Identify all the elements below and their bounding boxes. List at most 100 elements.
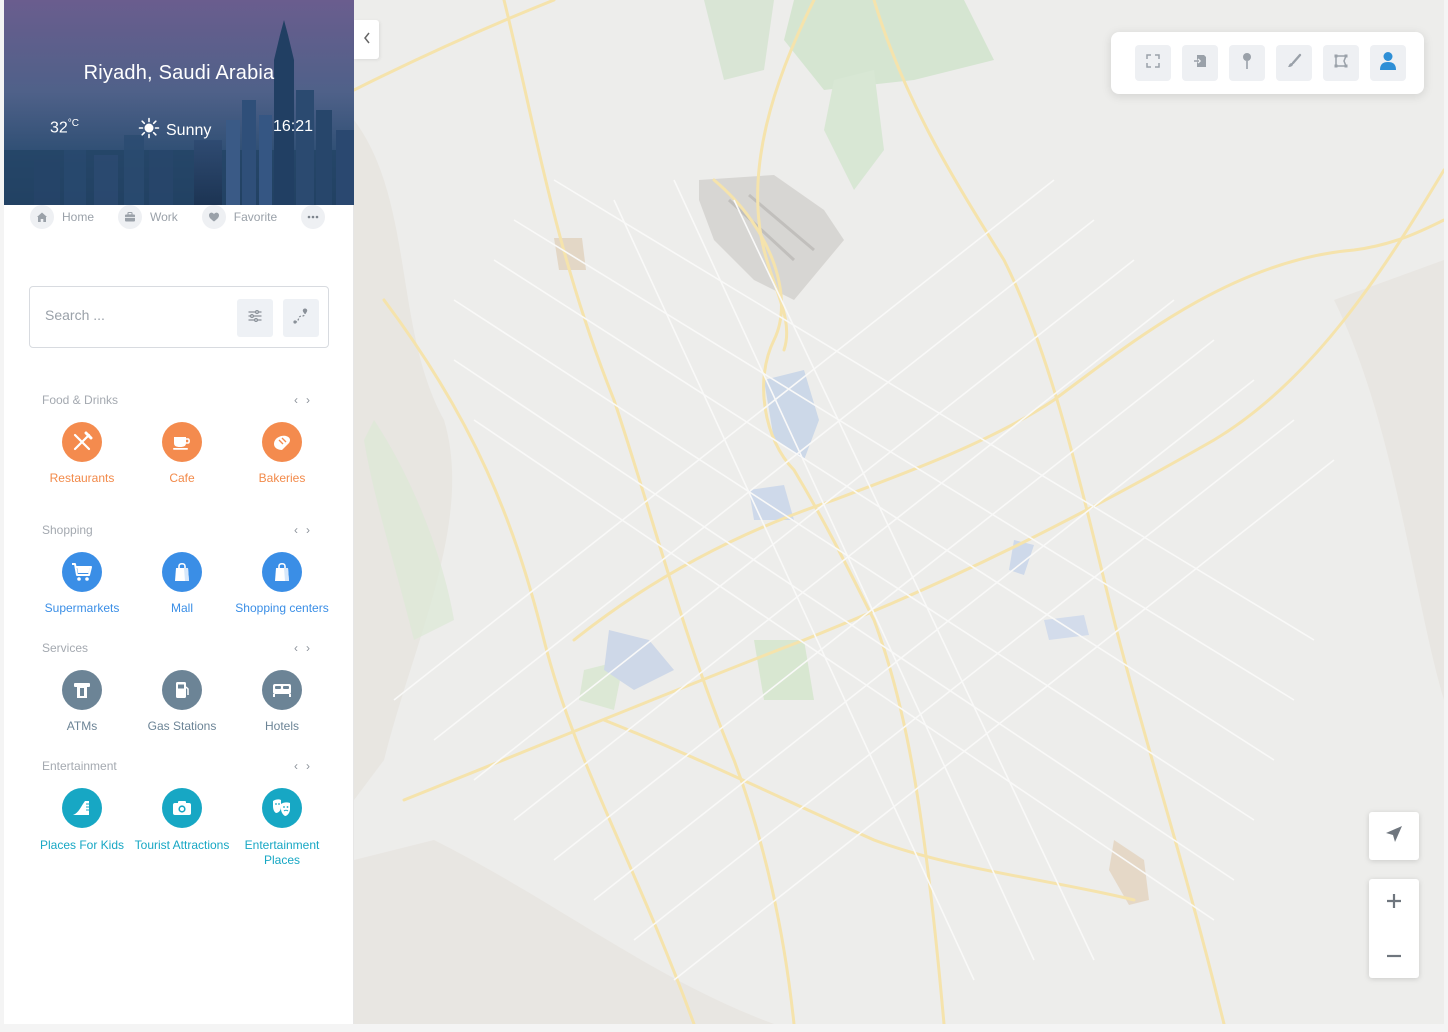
bed-icon <box>262 670 302 710</box>
category-nav: ‹ › <box>294 759 310 773</box>
brush-button[interactable] <box>1276 45 1312 81</box>
sun-icon <box>138 117 160 144</box>
local-time: 16:21 <box>273 118 314 135</box>
category-item-shopping-centers[interactable]: Shopping centers <box>232 552 332 615</box>
category-item-label: Bakeries <box>258 471 306 485</box>
directions-button[interactable] <box>283 299 319 337</box>
category-item-hotels[interactable]: Hotels <box>232 670 332 733</box>
polygon-icon <box>1333 53 1349 74</box>
zoom-out-button[interactable] <box>1369 929 1419 978</box>
temperature-unit: °C <box>67 118 80 129</box>
user-icon <box>1379 51 1397 76</box>
cart-icon <box>62 552 102 592</box>
map-canvas[interactable] <box>354 0 1444 1024</box>
pin-icon <box>1241 52 1253 75</box>
quick-link-label: Favorite <box>233 210 278 224</box>
chevron-right-icon[interactable]: › <box>306 523 310 537</box>
category-item-gas-stations[interactable]: Gas Stations <box>132 670 232 733</box>
search-box <box>29 286 329 348</box>
navigation-arrow-icon <box>1385 825 1403 848</box>
location-title: Riyadh, Saudi Arabia <box>83 62 275 84</box>
category-item-label: Tourist Attractions <box>134 838 230 852</box>
polygon-button[interactable] <box>1323 45 1359 81</box>
slide-icon <box>62 788 102 828</box>
search-input[interactable] <box>45 307 225 323</box>
route-icon <box>292 307 310 330</box>
fullscreen-button[interactable] <box>1135 45 1171 81</box>
weather-condition: Sunny <box>138 117 211 144</box>
category-item-label: Cafe <box>169 471 195 485</box>
category-item-cafe[interactable]: Cafe <box>132 422 232 485</box>
export-button[interactable] <box>1182 45 1218 81</box>
category-nav: ‹ › <box>294 641 310 655</box>
fuel-icon <box>162 670 202 710</box>
chevron-left-icon[interactable]: ‹ <box>294 641 298 655</box>
filter-button[interactable] <box>237 299 273 337</box>
collapse-sidebar-button[interactable] <box>354 20 379 59</box>
zoom-controls <box>1369 879 1419 978</box>
category-item-label: Shopping centers <box>235 601 329 615</box>
category-item-tourist-attractions[interactable]: Tourist Attractions <box>132 788 232 853</box>
chevron-left-icon[interactable]: ‹ <box>294 393 298 407</box>
plus-icon <box>1385 892 1403 915</box>
ellipsis-icon <box>301 205 326 229</box>
brush-icon <box>1286 53 1302 74</box>
category-title: Shopping <box>42 523 93 537</box>
chevron-left-icon[interactable]: ‹ <box>294 523 298 537</box>
weather-condition-label: Sunny <box>166 121 212 139</box>
category-item-entertainment-places[interactable]: Entertainment Places <box>232 788 332 868</box>
quick-link-label: Home <box>62 210 95 224</box>
category-item-restaurants[interactable]: Restaurants <box>32 422 132 485</box>
pin-button[interactable] <box>1229 45 1265 81</box>
sidebar: Riyadh, Saudi Arabia 32°C Sunny 16:21 Ho… <box>4 0 354 1024</box>
category-item-atms[interactable]: ATMs <box>32 670 132 733</box>
category-item-label: Restaurants <box>49 471 115 485</box>
category-title: Services <box>42 641 89 655</box>
more-button[interactable] <box>301 205 326 229</box>
profile-button[interactable] <box>1370 45 1406 81</box>
coffee-cup-icon <box>162 422 202 462</box>
category-item-bakeries[interactable]: Bakeries <box>232 422 332 485</box>
fork-knife-icon <box>62 422 102 462</box>
map-graphic <box>354 0 1444 1024</box>
shopping-bag-icon <box>262 552 302 592</box>
quick-link-work[interactable]: Work <box>118 205 178 229</box>
category-nav: ‹ › <box>294 523 310 537</box>
category-item-label: Hotels <box>264 719 299 733</box>
category-item-places-for-kids[interactable]: Places For Kids <box>32 788 132 853</box>
chevron-right-icon[interactable]: › <box>306 759 310 773</box>
category-item-label: Mall <box>170 601 193 615</box>
category-item-label: Places For Kids <box>39 838 125 852</box>
chevron-right-icon[interactable]: › <box>306 641 310 655</box>
category-title: Entertainment <box>42 759 117 773</box>
theater-masks-icon <box>262 788 302 828</box>
temperature-value: 32 <box>50 119 68 137</box>
sliders-icon <box>247 308 263 329</box>
home-icon <box>30 205 54 229</box>
quick-link-favorite[interactable]: Favorite <box>201 205 278 229</box>
category-item-label: ATMs <box>66 719 98 733</box>
city-skyline-image <box>4 20 354 205</box>
category-nav: ‹ › <box>294 393 310 407</box>
atm-icon <box>62 670 102 710</box>
quick-link-label: Work <box>150 210 178 224</box>
chevron-right-icon[interactable]: › <box>306 393 310 407</box>
chevron-left-icon[interactable]: ‹ <box>294 759 298 773</box>
map-toolbar <box>1111 32 1424 94</box>
chevron-left-icon <box>363 31 371 49</box>
category-item-supermarkets[interactable]: Supermarkets <box>32 552 132 615</box>
locate-me-button[interactable] <box>1369 812 1419 860</box>
category-item-label: Entertainment Places <box>244 838 320 867</box>
temperature: 32°C <box>50 118 79 137</box>
camera-icon <box>162 788 202 828</box>
quick-link-home[interactable]: Home <box>30 205 94 229</box>
quick-links: Home Work Favorite <box>30 205 326 229</box>
zoom-in-button[interactable] <box>1369 879 1419 928</box>
fullscreen-icon <box>1145 53 1161 74</box>
category-item-label: Gas Stations <box>147 719 217 733</box>
bread-icon <box>262 422 302 462</box>
weather-header: Riyadh, Saudi Arabia 32°C Sunny 16:21 <box>4 0 354 205</box>
category-item-mall[interactable]: Mall <box>132 552 232 615</box>
category-item-label: Supermarkets <box>44 601 120 615</box>
export-icon <box>1192 53 1208 74</box>
